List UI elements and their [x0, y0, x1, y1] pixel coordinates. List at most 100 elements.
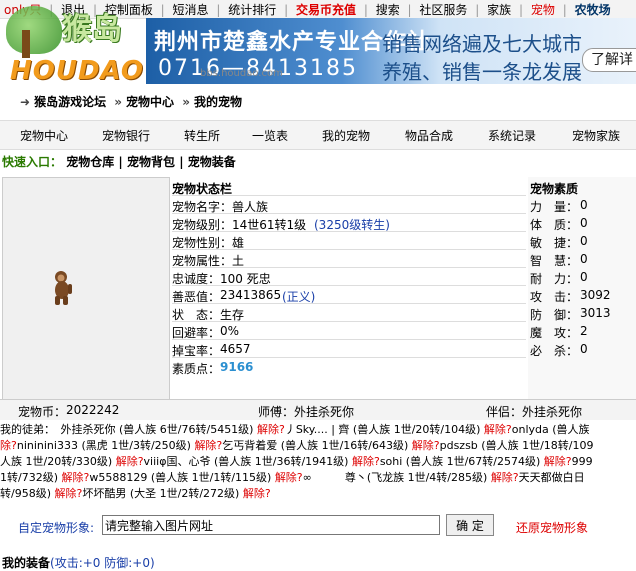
messages-link[interactable]: 短消息	[169, 1, 213, 18]
apprentice-line: 转/958级) 解除?坏坏酷男 (大圣 1世/2转/272级) 解除?	[0, 486, 271, 502]
apprentice-line: 人族 1世/20转/330级) 解除?viiiφ国、心爷 (兽人族 1世/36转…	[0, 454, 593, 470]
release-apprentice-link[interactable]: 解除?	[62, 471, 90, 484]
release-apprentice-link[interactable]: 解除?	[412, 439, 440, 452]
banner-more-button[interactable]: 了解详	[582, 48, 636, 72]
master-name[interactable]: 外挂杀死你	[294, 403, 354, 420]
site-logo[interactable]: 猴岛 HOUDAO	[0, 0, 160, 90]
apprentice-text: 人族 1世/20转/330级)	[0, 455, 116, 468]
status-row-attr: 宠物属性： 土	[172, 249, 526, 268]
site-watermark: bbs.houdao.com	[200, 68, 283, 79]
status-row-karma: 善恶值： 23413865 (正义)	[172, 285, 526, 304]
apprentice-text: 天天都做白日	[518, 471, 585, 484]
quick-backpack-link[interactable]: 宠物背包	[127, 155, 175, 169]
release-apprentice-link[interactable]: 解除?	[55, 487, 83, 500]
pet-stats-panel: 宠物素质 力 量： 0 体 质： 0 敏 捷： 0 智 慧： 0 耐 力： 0 攻 击： 3…	[528, 177, 636, 399]
status-row-drop: 掉宝率： 4657	[172, 339, 526, 358]
quick-entry-label: 快速入口：	[2, 155, 63, 169]
breadcrumb-arrow-icon: ➜	[20, 95, 31, 109]
pet-info-bar: 宠物币： 2022242 师傅： 外挂杀死你 伴侣： 外挂杀死你	[0, 399, 636, 420]
apprentice-text: ∞ 尊丶(飞龙族 1世/4转/285级)	[302, 471, 491, 484]
stat-critical: 必 杀： 0	[530, 342, 588, 358]
quick-entry: 快速入口： 宠物仓库 | 宠物背包 | 宠物装备	[2, 155, 236, 169]
apprentice-text: 1转/732级)	[0, 471, 62, 484]
nav-rebirth[interactable]: 转生所	[184, 127, 220, 144]
banner-line1: 销售网络遍及七大城市	[382, 32, 582, 56]
community-link[interactable]: 社区服务	[415, 1, 471, 18]
equipment-bonus: (攻击:+0 防御:+0)	[50, 556, 155, 570]
apprentice-line: 我的徒弟： 外挂杀死你 (兽人族 6世/76转/5451级) 解除?丿Sky..…	[0, 422, 590, 438]
nav-pet-center[interactable]: 宠物中心	[20, 127, 68, 144]
logo-text-en: HOUDAO	[10, 56, 144, 86]
apprentice-text: sohi (兽人族 1世/67转/2574级)	[379, 455, 544, 468]
monkey-pet-icon	[55, 271, 72, 305]
search-link[interactable]: 搜索	[372, 1, 404, 18]
stat-defense: 防 御： 3013	[530, 306, 611, 322]
breadcrumb-forum[interactable]: 猴岛游戏论坛	[34, 95, 106, 109]
nav-my-pet[interactable]: 我的宠物	[322, 127, 370, 144]
restore-avatar-link[interactable]: 还原宠物形象	[516, 519, 588, 536]
release-apprentice-link[interactable]: 解除?	[352, 455, 380, 468]
breadcrumb-sep-icon: »	[182, 95, 190, 109]
recharge-link[interactable]: 交易币充值	[292, 1, 360, 18]
my-equipment-heading: 我的装备(攻击:+0 防御:+0)	[2, 554, 155, 571]
nav-item-synthesis[interactable]: 物品合成	[405, 127, 453, 144]
apprentice-text: 转/958级)	[0, 487, 55, 500]
status-row-gender: 宠物性别： 雄	[172, 231, 526, 250]
breadcrumb: ➜ 猴岛游戏论坛 » 宠物中心 » 我的宠物	[20, 93, 246, 110]
apprentice-text: 丿Sky.... | 齊 (兽人族 1世/20转/104级)	[284, 423, 484, 436]
banner-line2: 养殖、销售一条龙发展	[382, 60, 582, 84]
apprentice-text: nininini333 (黑虎 1世/3转/250级)	[16, 439, 195, 452]
breadcrumb-my-pet: 我的宠物	[194, 95, 243, 109]
status-row-loyalty: 忠诚度： 100 死忠	[172, 267, 526, 286]
pet-quality-points[interactable]: 9166	[220, 360, 253, 374]
stat-endurance: 耐 力： 0	[530, 270, 588, 286]
apprentice-text: 999	[571, 455, 593, 468]
apprentice-text: 乞丐背着爱 (兽人族 1世/16转/643级)	[222, 439, 412, 452]
partner-name[interactable]: 外挂杀死你	[522, 403, 582, 420]
apprentice-text: w5588129 (兽人族 1世/1转/115级)	[89, 471, 275, 484]
release-apprentice-link[interactable]: 除?	[0, 439, 17, 452]
stat-strength: 力 量： 0	[530, 198, 588, 214]
breadcrumb-sep-icon: »	[114, 95, 123, 109]
status-row-level: 宠物级别： 14世61转1级 (3250级转生)	[172, 213, 526, 232]
release-apprentice-link[interactable]: 解除?	[194, 439, 222, 452]
apprentice-text: pdszsb (兽人族 1世/18转/109	[439, 439, 594, 452]
palm-tree-icon	[6, 6, 62, 54]
stat-constitution: 体 质： 0	[530, 216, 588, 232]
release-apprentice-link[interactable]: 解除?	[243, 487, 271, 500]
pet-nav-bar: 宠物中心 宠物银行 转生所 一览表 我的宠物 物品合成 系统记录 宠物家族	[0, 120, 636, 150]
apprentice-list: 我的徒弟： 外挂杀死你 (兽人族 6世/76转/5451级) 解除?丿Sky..…	[0, 422, 636, 502]
nav-pet-bank[interactable]: 宠物银行	[102, 127, 150, 144]
release-apprentice-link[interactable]: 解除?	[544, 455, 572, 468]
apprentice-text: 坏坏酷男 (大圣 1世/2转/272级)	[82, 487, 243, 500]
confirm-button[interactable]: 确 定	[446, 514, 494, 536]
breadcrumb-pet-center[interactable]: 宠物中心	[126, 95, 174, 109]
logo-text-cn: 猴岛	[62, 12, 122, 47]
quick-equipment-link[interactable]: 宠物装备	[188, 155, 236, 169]
pet-link[interactable]: 宠物	[527, 1, 559, 18]
quick-warehouse-link[interactable]: 宠物仓库	[66, 155, 114, 169]
release-apprentice-link[interactable]: 解除?	[484, 423, 512, 436]
nav-overview[interactable]: 一览表	[252, 127, 288, 144]
status-row-quality: 素质点： 9166	[172, 357, 526, 376]
apprentice-text: 我的徒弟： 外挂杀死你 (兽人族 6世/76转/5451级)	[0, 423, 257, 436]
release-apprentice-link[interactable]: 解除?	[257, 423, 285, 436]
family-link[interactable]: 家族	[483, 1, 515, 18]
release-apprentice-link[interactable]: 解除?	[491, 471, 519, 484]
nav-pet-family[interactable]: 宠物家族	[572, 127, 620, 144]
pet-status-panel: 宠物状态栏 宠物名字： 兽人族 宠物级别： 14世61转1级 (3250级转生)…	[170, 177, 526, 399]
farm-link[interactable]: 农牧场	[571, 1, 615, 18]
pet-drop-rate: 4657	[220, 342, 251, 356]
pet-coin-value: 2022242	[66, 403, 120, 417]
release-apprentice-link[interactable]: 解除?	[116, 455, 144, 468]
status-row-state: 状 态： 生存	[172, 303, 526, 322]
pet-dodge: 0%	[220, 324, 240, 338]
apprentice-line: 1转/732级) 解除?w5588129 (兽人族 1世/1转/115级) 解除…	[0, 470, 585, 486]
nav-system-log[interactable]: 系统记录	[488, 127, 536, 144]
image-url-input[interactable]	[102, 515, 440, 535]
release-apprentice-link[interactable]: 解除?	[275, 471, 303, 484]
equipment-label: 我的装备	[2, 556, 51, 570]
status-row-name: 宠物名字： 兽人族	[172, 195, 526, 214]
stats-rank-link[interactable]: 统计排行	[224, 1, 280, 18]
status-row-dodge: 回避率： 0%	[172, 321, 526, 340]
